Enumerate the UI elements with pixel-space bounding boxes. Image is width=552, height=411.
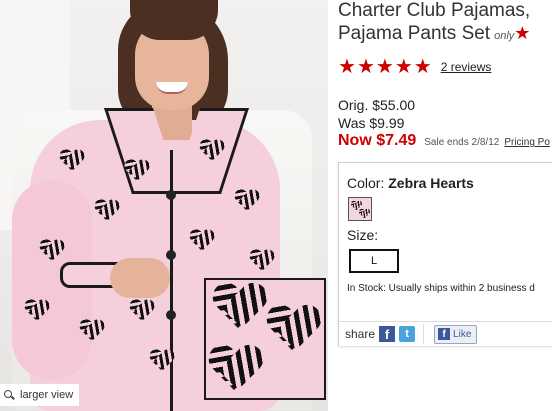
facebook-share-icon[interactable]: f xyxy=(379,326,396,342)
facebook-like-button[interactable]: f Like xyxy=(434,324,478,344)
only-at-badge: only★ xyxy=(494,23,530,43)
color-swatch[interactable] xyxy=(348,197,372,221)
color-value: Zebra Hearts xyxy=(388,175,474,191)
was-price: Was $9.99 xyxy=(338,115,405,131)
product-title-line1: Charter Club Pajamas, xyxy=(338,0,531,21)
star-icon: ★ xyxy=(394,56,413,78)
zebra-heart-print xyxy=(80,320,104,340)
rating-stars: ★ ★ ★ ★ ★ 2 reviews xyxy=(338,57,491,77)
sale-ends-text: Sale ends 2/8/12 xyxy=(424,137,500,148)
star-icon: ★ xyxy=(413,56,432,78)
share-label: share xyxy=(345,327,376,341)
color-row: Color: Zebra Hearts xyxy=(347,175,474,191)
now-price: Now $7.49 xyxy=(338,132,417,149)
zebra-heart-print xyxy=(210,346,262,390)
model-hand xyxy=(110,258,170,298)
zebra-heart-print xyxy=(95,200,119,220)
zebra-heart-print xyxy=(235,190,259,210)
model-bangs xyxy=(130,0,218,40)
zebra-heart-print xyxy=(250,250,274,270)
pajama-button xyxy=(166,250,176,260)
zebra-heart-print xyxy=(190,230,214,250)
zebra-heart-print xyxy=(40,240,64,260)
magnifier-icon xyxy=(4,390,14,400)
product-options-box: Color: Zebra Hearts Size: L In Stock: Us… xyxy=(338,162,552,346)
zebra-heart-print xyxy=(25,300,49,320)
star-icon: ★ xyxy=(356,56,375,78)
pricing-policy-link[interactable]: Pricing Po xyxy=(504,137,550,148)
color-label: Color: xyxy=(347,175,385,191)
pajama-button xyxy=(166,190,176,200)
zebra-heart-print xyxy=(200,140,224,160)
product-title: Charter Club Pajamas, Pajama Pants Set on… xyxy=(338,0,530,47)
stock-status: In Stock: Usually ships within 2 busines… xyxy=(347,283,535,294)
reviews-link[interactable]: 2 reviews xyxy=(441,60,492,74)
only-label: only xyxy=(494,30,515,42)
larger-view-label: larger view xyxy=(20,389,74,401)
sale-price-row: Now $7.49 Sale ends 2/8/12 Pricing Po xyxy=(338,132,550,150)
product-title-line2: Pajama Pants Set only★ xyxy=(338,22,530,47)
like-label: Like xyxy=(453,328,472,340)
size-label: Size: xyxy=(347,227,379,243)
star-icon: ★ xyxy=(338,56,356,78)
zebra-heart-print xyxy=(60,150,84,170)
original-price: Orig. $55.00 xyxy=(338,97,416,113)
size-option-l[interactable]: L xyxy=(349,249,399,273)
larger-view-button[interactable]: larger view xyxy=(0,384,80,406)
zebra-heart-print xyxy=(214,284,266,328)
zebra-heart-swatch-icon xyxy=(359,209,370,218)
star-icon: ★ xyxy=(514,23,531,43)
facebook-icon: f xyxy=(438,328,451,340)
share-bar: share f t f Like xyxy=(339,321,552,346)
product-info-panel: Charter Club Pajamas, Pajama Pants Set on… xyxy=(338,0,552,411)
star-icon: ★ xyxy=(375,56,394,78)
product-image[interactable]: larger view xyxy=(0,0,328,411)
zebra-heart-print xyxy=(268,306,320,350)
fabric-zoom-inset xyxy=(204,278,326,400)
pajama-button xyxy=(166,310,176,320)
zebra-heart-print xyxy=(130,300,154,320)
twitter-share-icon[interactable]: t xyxy=(399,326,416,342)
product-title-text: Pajama Pants Set xyxy=(338,23,491,44)
zebra-heart-print xyxy=(150,350,174,370)
zebra-heart-print xyxy=(125,160,149,180)
divider xyxy=(423,324,425,344)
